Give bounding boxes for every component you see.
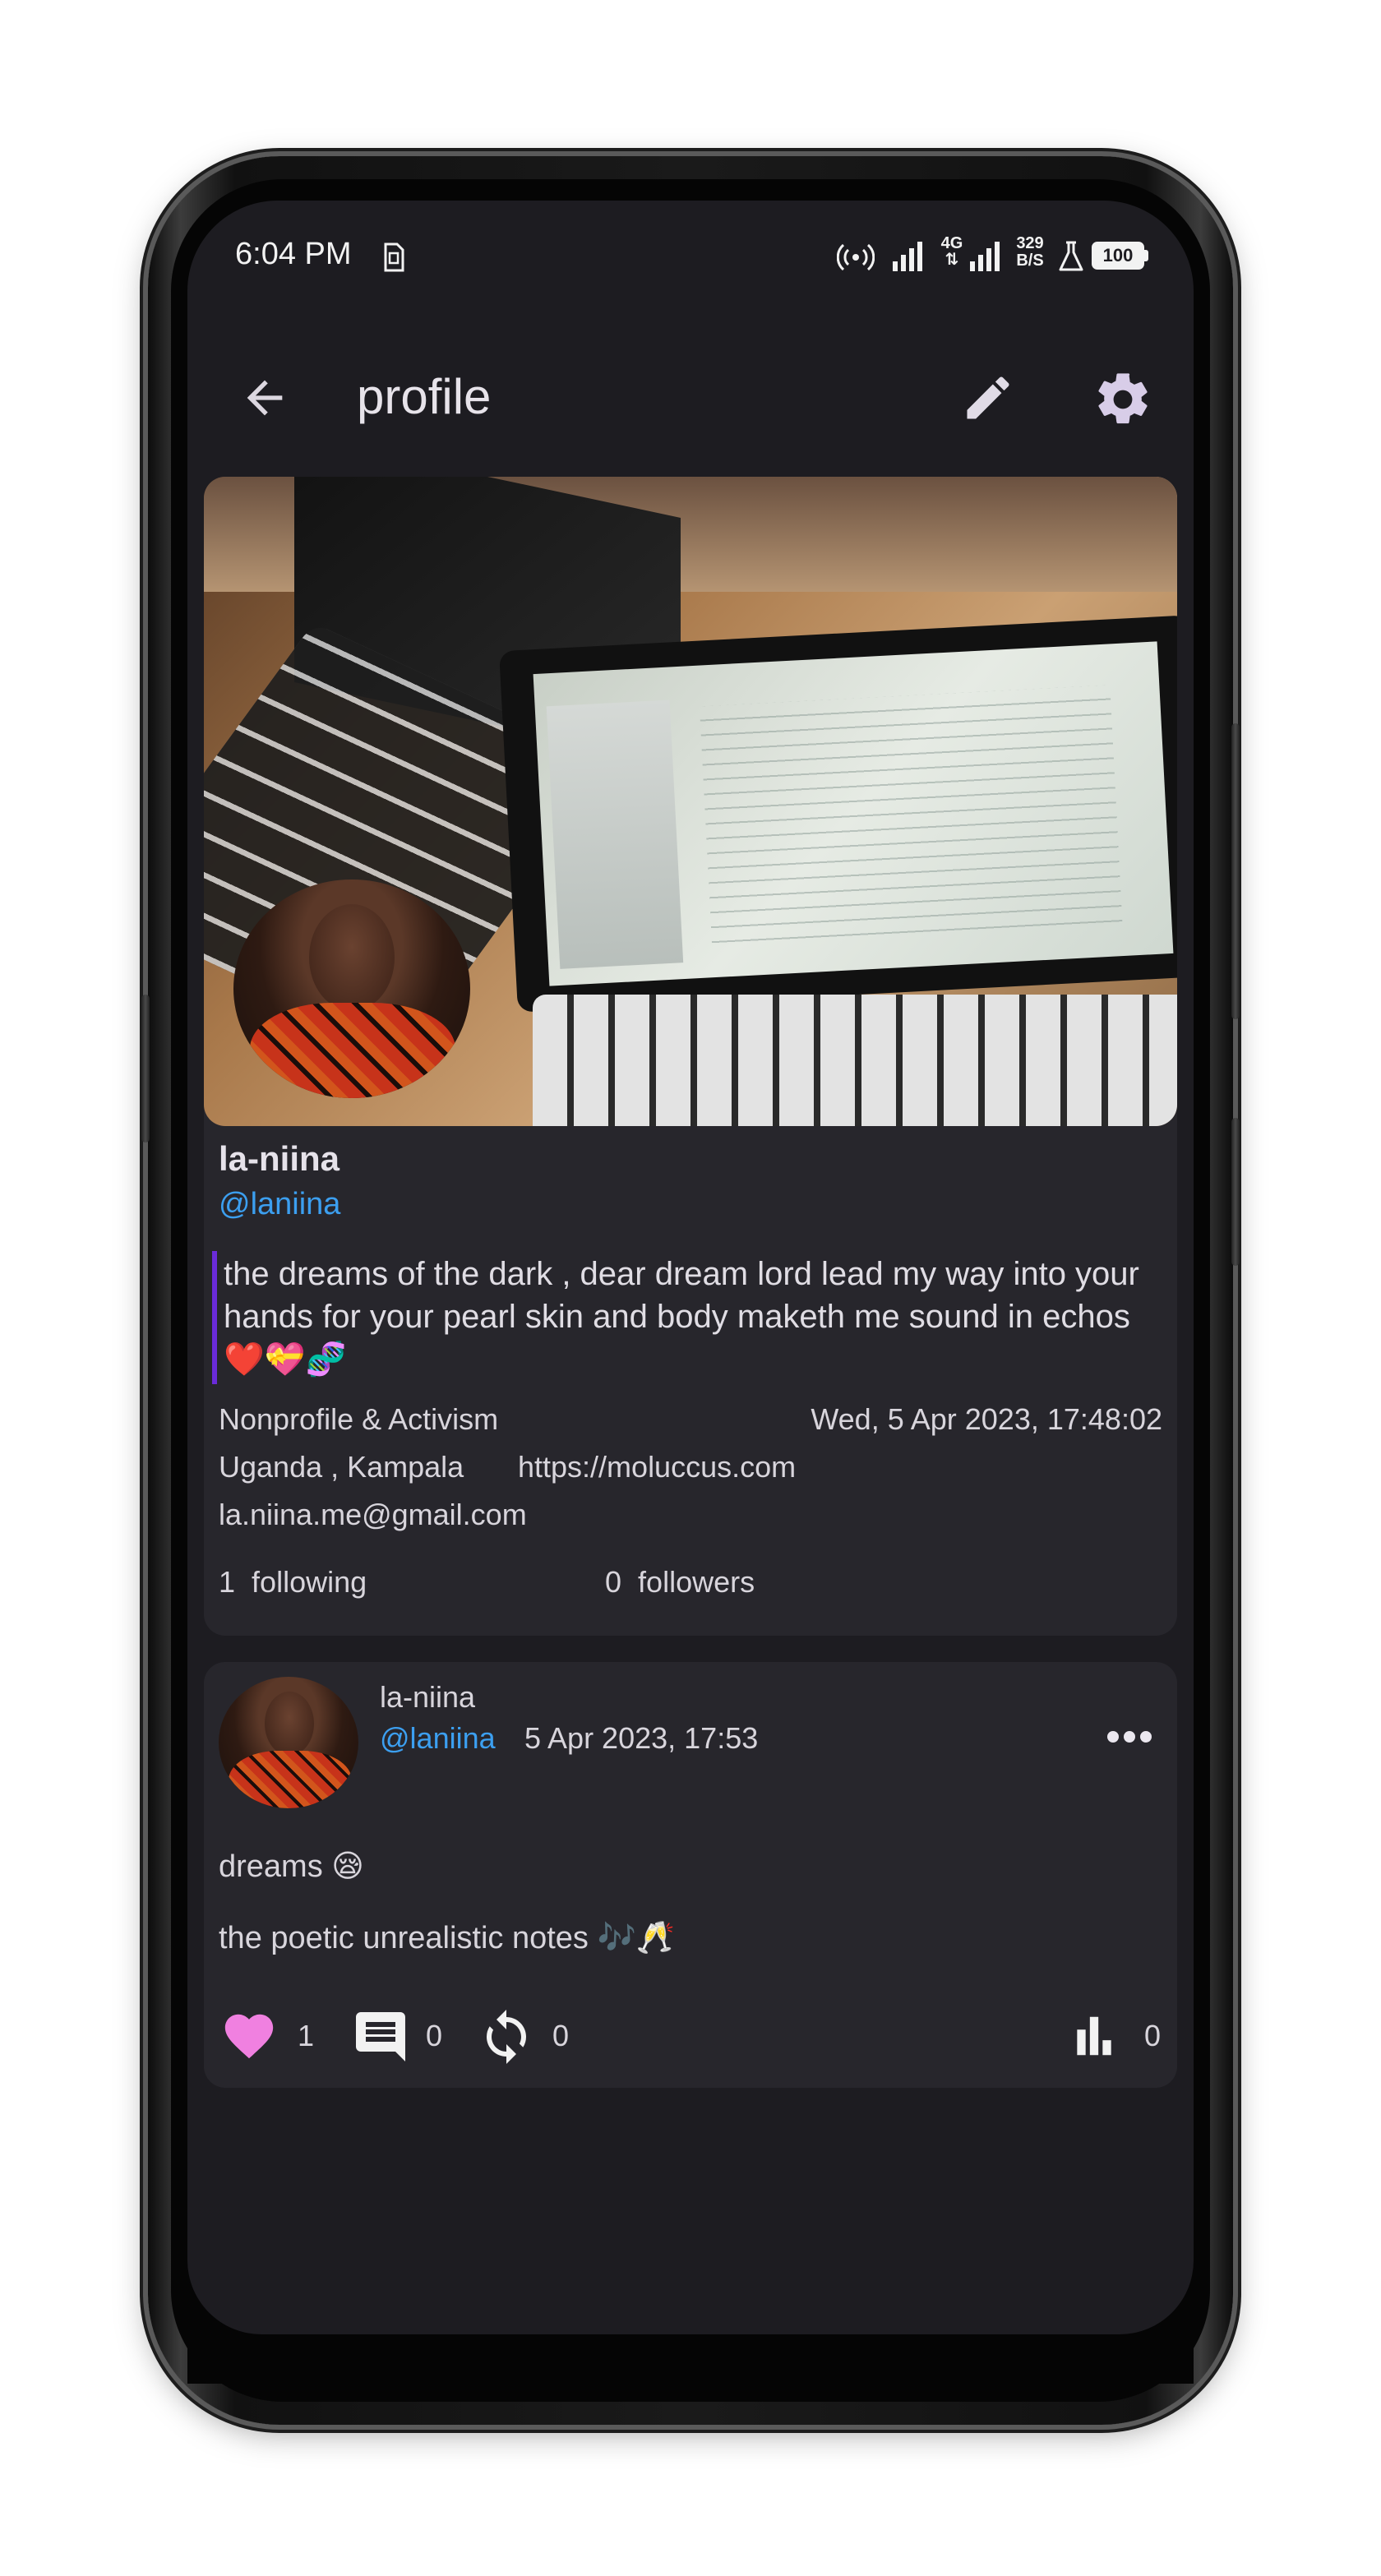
bio-accent-bar: [212, 1251, 217, 1384]
status-time: 6:04 PM: [235, 237, 352, 271]
profile-bio: the dreams of the dark , dear dream lord…: [224, 1256, 1139, 1378]
post-author-handle[interactable]: @laniina: [380, 1721, 496, 1756]
page-title: profile: [357, 369, 492, 424]
post-author-avatar[interactable]: [219, 1677, 358, 1808]
comment-button[interactable]: 0: [350, 2006, 457, 2068]
net-speed-unit: B/S: [1016, 252, 1044, 270]
followers-label: followers: [638, 1565, 755, 1599]
profile-joined-date: Wed, 5 Apr 2023, 17:48:02: [811, 1402, 1162, 1436]
following-count: 1: [219, 1565, 236, 1599]
arrow-left-icon[interactable]: [238, 372, 291, 424]
post-title: dreams 😪: [219, 1849, 364, 1884]
profile-handle[interactable]: @laniina: [219, 1187, 340, 1222]
status-bar: 6:04 PM 4G ⇅ 329 B/S 100: [187, 233, 1194, 283]
battery-level: 100: [1102, 245, 1134, 265]
banner-laptop-right-keyboard: [533, 995, 1177, 1126]
avatar-face: [309, 904, 395, 1011]
followers-stat[interactable]: 0 followers: [605, 1565, 755, 1600]
repost-icon: [487, 2010, 526, 2064]
profile-banner-image[interactable]: [204, 477, 1177, 1126]
profile-display-name: la-niina: [219, 1139, 340, 1178]
bar-chart-icon: [1077, 2016, 1111, 2056]
post-author-name: la-niina: [380, 1680, 476, 1714]
phone-side-button: [1231, 1118, 1240, 1266]
signal-icon-1: [893, 242, 922, 271]
following-label: following: [252, 1565, 367, 1599]
profile-card: la-niina @laniina the dreams of the dark…: [204, 477, 1177, 1636]
app-bar: profile: [187, 332, 1194, 447]
hotspot-icon: [837, 243, 875, 271]
profile-email[interactable]: la.niina.me@gmail.com: [219, 1498, 527, 1532]
post-timestamp: 5 Apr 2023, 17:53: [524, 1721, 759, 1755]
heart-icon: [224, 2014, 274, 2059]
phone-volume-button: [141, 995, 150, 1143]
screen-bottom-edge: [187, 2334, 1194, 2384]
battery-indicator: 100: [1092, 242, 1144, 270]
profile-category: Nonprofile & Activism: [219, 1402, 499, 1436]
post-avatar-face: [265, 1692, 314, 1756]
battery-tip: [1144, 250, 1148, 261]
views-button[interactable]: 0: [1069, 2006, 1167, 2068]
more-horizontal-icon[interactable]: [1105, 1724, 1154, 1749]
following-stat[interactable]: 1 following: [219, 1565, 367, 1600]
comment-icon: [356, 2012, 405, 2061]
comment-count: 0: [426, 2019, 443, 2052]
profile-avatar[interactable]: [233, 879, 470, 1098]
screen: 6:04 PM 4G ⇅ 329 B/S 100 profile la-niin…: [187, 201, 1194, 2334]
avatar-shawl: [250, 1003, 455, 1098]
sim-icon: [384, 242, 404, 272]
signal-icon-2: [970, 242, 1000, 271]
gear-icon[interactable]: [1092, 368, 1154, 431]
views-count: 0: [1144, 2019, 1162, 2052]
network-4g-icon: 4G ⇅: [940, 234, 963, 269]
post-card[interactable]: la-niina @laniina 5 Apr 2023, 17:53 drea…: [204, 1662, 1177, 2088]
repost-count: 0: [552, 2019, 570, 2052]
phone-power-button: [1231, 723, 1240, 1019]
pencil-icon[interactable]: [960, 370, 1016, 426]
net-speed-value: 329: [1016, 234, 1044, 252]
banner-laptop-display: [533, 641, 1174, 986]
post-avatar-shawl: [229, 1751, 352, 1808]
banner-display-lines: [699, 685, 1123, 953]
profile-location: Uganda , Kampala: [219, 1450, 464, 1484]
flask-icon: [1059, 241, 1083, 271]
profile-website[interactable]: https://moluccus.com: [518, 1450, 796, 1484]
like-button[interactable]: 1: [219, 2006, 334, 2068]
like-count: 1: [298, 2019, 315, 2052]
repost-button[interactable]: 0: [475, 2006, 582, 2068]
net-speed: 329 B/S: [1011, 235, 1049, 270]
banner-laptop-right-screen: [499, 615, 1177, 1013]
followers-count: 0: [605, 1565, 622, 1599]
post-body: the poetic unrealistic notes 🎶🥂: [219, 1921, 676, 1955]
banner-display-sidebar: [546, 699, 684, 969]
